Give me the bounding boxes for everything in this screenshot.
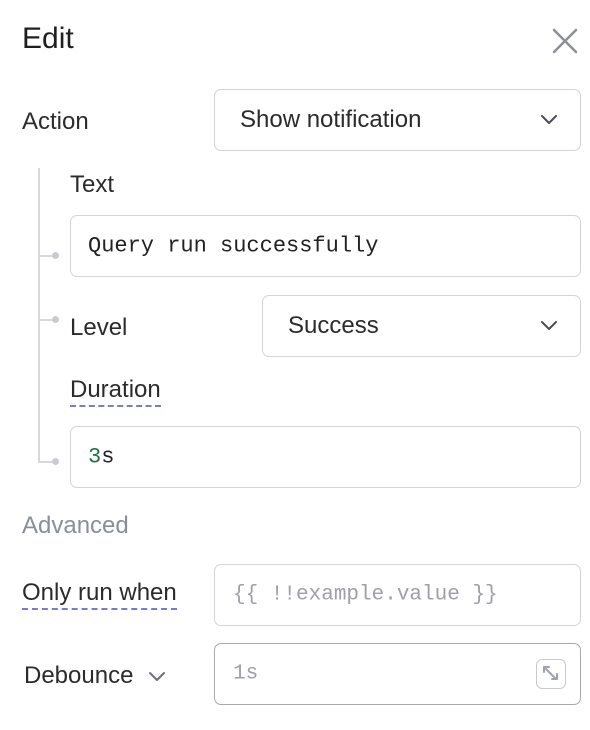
text-input[interactable]: Query run successfully — [70, 215, 581, 277]
action-label: Action — [22, 108, 89, 135]
text-label: Text — [70, 171, 115, 198]
level-select-value: Success — [288, 312, 379, 339]
only-run-when-input[interactable]: {{ !!example.value }} — [214, 564, 581, 626]
duration-input-value: 3s — [88, 444, 115, 470]
tree-dot — [52, 458, 59, 465]
chevron-down-icon — [149, 671, 166, 681]
only-run-when-label: Only run when — [22, 579, 177, 610]
level-select[interactable]: Success — [262, 295, 581, 357]
debounce-input[interactable]: 1s — [214, 643, 581, 705]
action-select-value: Show notification — [240, 106, 422, 133]
duration-label: Duration — [70, 376, 161, 407]
level-label: Level — [70, 314, 128, 341]
only-run-when-placeholder: {{ !!example.value }} — [233, 583, 498, 607]
action-select[interactable]: Show notification — [214, 89, 581, 151]
debounce-label: Debounce — [24, 662, 134, 689]
chevron-down-icon — [541, 115, 557, 124]
advanced-section-heading: Advanced — [22, 512, 129, 539]
tree-connector — [38, 168, 40, 463]
debounce-toggle[interactable]: Debounce — [24, 662, 166, 690]
debounce-placeholder: 1s — [233, 662, 259, 686]
tree-dot — [52, 316, 59, 323]
text-input-value: Query run successfully — [88, 233, 379, 259]
duration-input[interactable]: 3s — [70, 426, 581, 488]
close-icon[interactable] — [550, 26, 580, 56]
panel-title: Edit — [22, 22, 74, 55]
expand-icon[interactable] — [536, 659, 566, 689]
chevron-down-icon — [541, 321, 557, 330]
tree-dot — [52, 252, 59, 259]
